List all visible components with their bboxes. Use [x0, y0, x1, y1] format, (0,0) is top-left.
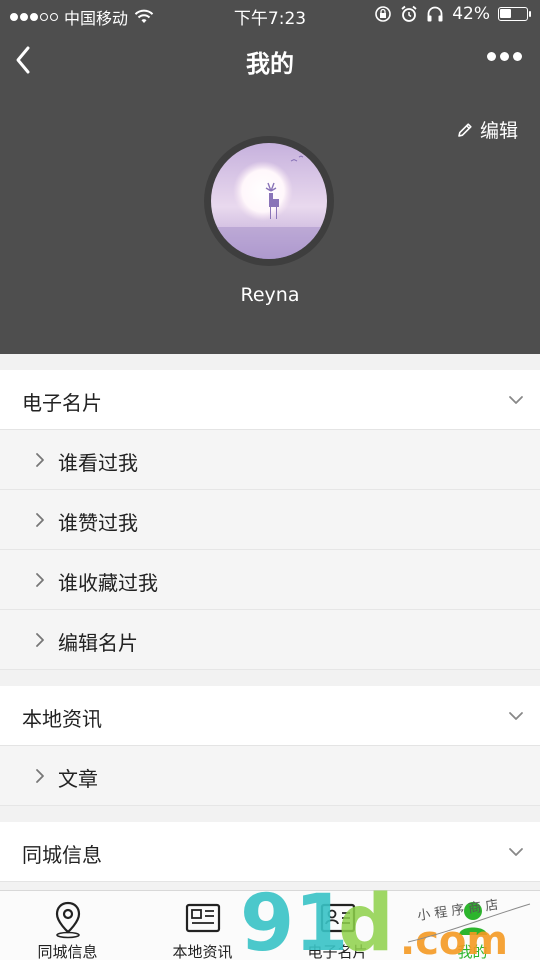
more-dot-icon — [513, 52, 522, 61]
chevron-down-icon — [509, 712, 523, 720]
edit-profile-button[interactable]: 编辑 — [456, 116, 518, 143]
location-pin-icon — [55, 901, 80, 939]
user-icon — [458, 902, 487, 935]
chevron-right-icon — [36, 573, 44, 587]
list-item-label: 文章 — [58, 767, 98, 791]
tab-mine[interactable]: 我的 — [405, 891, 540, 960]
newspaper-icon — [185, 903, 220, 933]
battery-percent: 42% — [452, 4, 490, 24]
list-item-who-viewed-me[interactable]: 谁看过我 — [0, 430, 540, 490]
tab-label: 电子名片 — [307, 943, 368, 960]
status-right: 42% — [374, 4, 531, 24]
tab-label: 同城信息 — [37, 943, 98, 960]
headphones-icon — [427, 6, 443, 22]
list-item-edit-card[interactable]: 编辑名片 — [0, 610, 540, 670]
section-title: 本地资讯 — [22, 707, 102, 731]
tab-business-card[interactable]: 电子名片 — [270, 891, 405, 960]
section-header-local-news[interactable]: 本地资讯 — [0, 686, 540, 746]
page-title: 我的 — [246, 50, 294, 78]
tab-label: 我的 — [457, 943, 488, 960]
avatar-image — [211, 143, 327, 259]
pencil-icon — [458, 122, 472, 137]
status-bar: 中国移动 下午7:23 42% — [0, 0, 540, 30]
list-item-label: 编辑名片 — [58, 631, 138, 655]
chevron-right-icon — [36, 513, 44, 527]
battery-icon — [498, 7, 531, 21]
list-item-who-liked-me[interactable]: 谁赞过我 — [0, 490, 540, 550]
list-item-label: 谁看过我 — [58, 451, 138, 475]
username: Reyna — [240, 284, 300, 306]
business-card-icon — [320, 903, 355, 933]
profile-header: 中国移动 下午7:23 42% 我的 编辑 Reyna — [0, 0, 540, 354]
chevron-right-icon — [36, 769, 44, 783]
chevron-down-icon — [509, 848, 523, 856]
list-item-who-saved-me[interactable]: 谁收藏过我 — [0, 550, 540, 610]
tab-bar: 同城信息 本地资讯 电子名片 我的 — [0, 890, 540, 960]
section-title: 同城信息 — [22, 843, 102, 867]
chevron-right-icon — [36, 453, 44, 467]
section-header-city-info[interactable]: 同城信息 — [0, 822, 540, 882]
section-title: 电子名片 — [22, 391, 102, 415]
avatar[interactable] — [204, 136, 334, 266]
chevron-down-icon — [509, 396, 523, 404]
list-item-articles[interactable]: 文章 — [0, 746, 540, 806]
tab-city-info[interactable]: 同城信息 — [0, 891, 135, 960]
more-dot-icon — [487, 52, 496, 61]
more-dot-icon — [500, 52, 509, 61]
section-header-business-card[interactable]: 电子名片 — [0, 370, 540, 430]
edit-label: 编辑 — [479, 120, 518, 142]
tab-local-news[interactable]: 本地资讯 — [135, 891, 270, 960]
alarm-icon — [401, 5, 417, 22]
tab-label: 本地资讯 — [172, 943, 233, 960]
list-item-label: 谁赞过我 — [58, 511, 138, 535]
list-item-label: 谁收藏过我 — [58, 571, 158, 595]
nav-bar: 我的 — [0, 30, 540, 90]
rotation-lock-icon — [375, 6, 392, 22]
more-options-button[interactable] — [487, 52, 522, 61]
chevron-right-icon — [36, 633, 44, 647]
